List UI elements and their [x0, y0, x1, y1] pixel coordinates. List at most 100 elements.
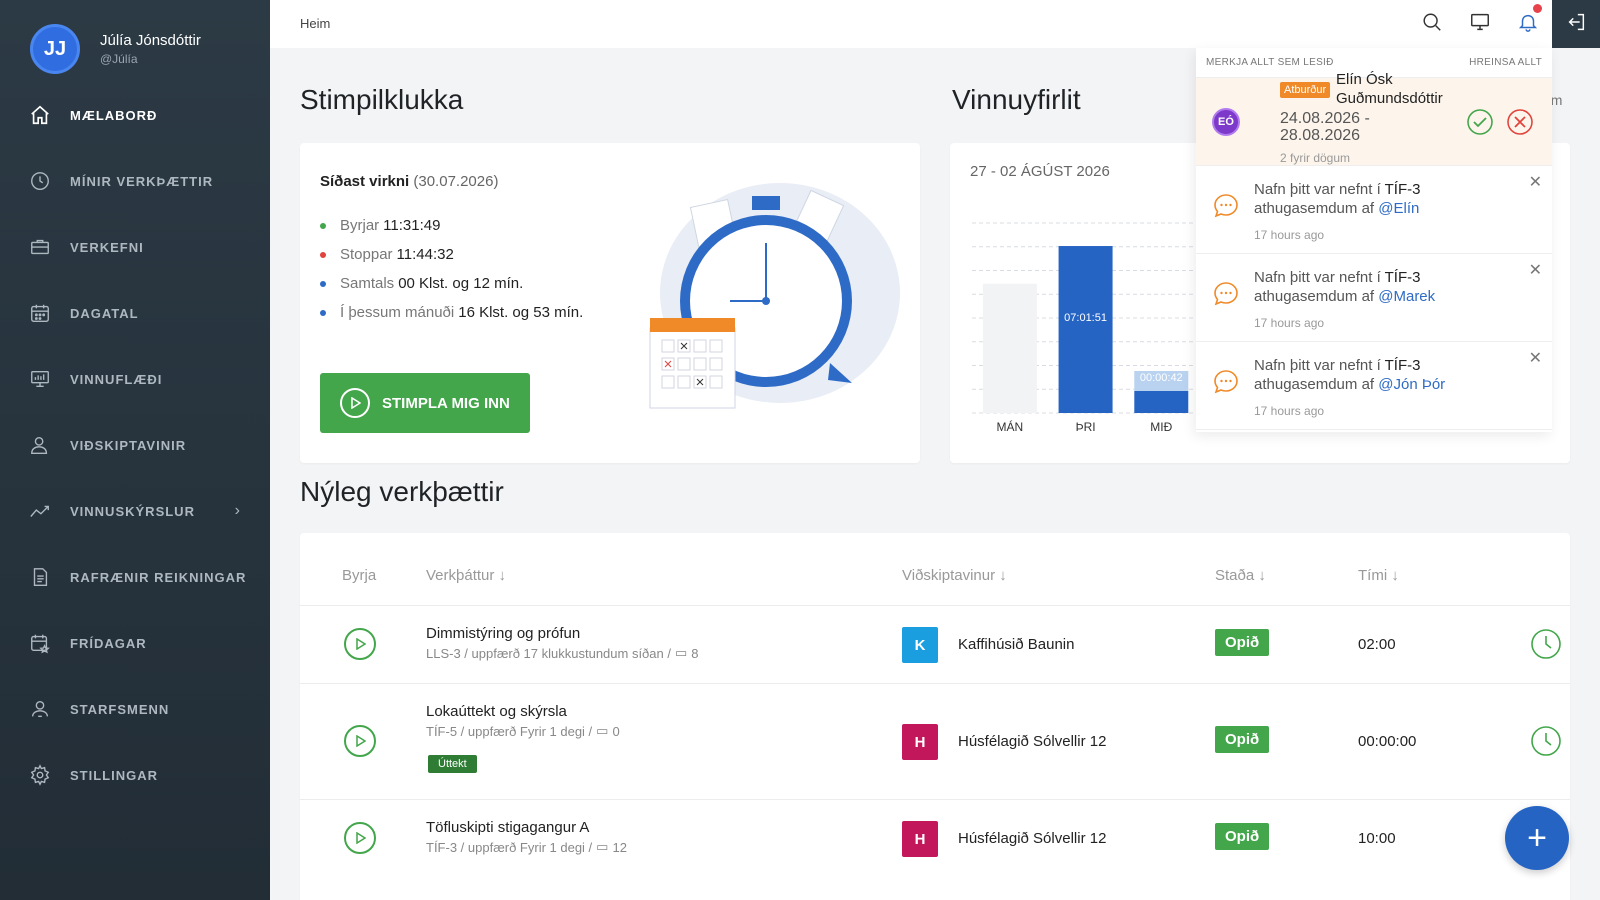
close-icon[interactable]: ✕: [1529, 260, 1542, 280]
task-ref[interactable]: TÍF-3: [1385, 357, 1421, 374]
notification-time: 17 hours ago: [1254, 404, 1325, 418]
mention-notification[interactable]: Nafn þitt var nefnt í TÍF-3 athugasemdum…: [1196, 254, 1552, 342]
clock-icon[interactable]: [1530, 628, 1562, 660]
blue-dot: [320, 309, 326, 316]
bar-value-label: 00:11:09: [1140, 392, 1182, 404]
bar-background: [982, 283, 1037, 413]
sidebar-item-workflow[interactable]: VINNUFLÆÐI: [0, 346, 270, 412]
monitor-icon: [1469, 11, 1491, 38]
category-label: ÞRI: [1076, 420, 1096, 434]
punch-in-button[interactable]: STIMPLA MIG INN: [320, 373, 530, 433]
logout-button[interactable]: [1552, 0, 1600, 48]
screen-button[interactable]: [1456, 0, 1504, 48]
notifications-button[interactable]: [1504, 0, 1552, 48]
sidebar-item-my-tasks[interactable]: MÍNIR VERKÞÆTTIR: [0, 148, 270, 214]
stat-key: Samtals: [340, 275, 395, 292]
mention-link[interactable]: @Jón Þór: [1378, 376, 1445, 393]
message-text: athugasemdum af: [1254, 376, 1375, 393]
sidebar-item-holidays[interactable]: FRÍDAGAR: [0, 610, 270, 676]
notification-message: Nafn þitt var nefnt í TÍF-3 athugasemdum…: [1254, 356, 1514, 394]
avatar: EÓ: [1212, 108, 1240, 136]
stat-total: Samtals 00 Klst. og 12 mín.: [320, 269, 583, 298]
calendar-icon: [28, 301, 52, 325]
accept-icon[interactable]: [1466, 108, 1494, 136]
close-icon[interactable]: ✕: [1529, 172, 1542, 192]
task-ref[interactable]: TÍF-3: [1385, 181, 1421, 198]
task-ref[interactable]: TÍF-3: [1385, 269, 1421, 286]
sidebar-item-label: VIÐSKIPTAVINIR: [70, 437, 187, 453]
sidebar-item-label: MÍNIR VERKÞÆTTIR: [70, 173, 214, 189]
col-status[interactable]: Staða ↓: [1215, 567, 1266, 584]
sidebar-item-invoices[interactable]: RAFRÆNIR REIKNINGAR: [0, 544, 270, 610]
sidebar-item-dashboard[interactable]: MÆLABORÐ: [0, 82, 270, 148]
message-text: Nafn þitt var nefnt í: [1254, 269, 1381, 286]
avatar[interactable]: JJ: [30, 24, 80, 74]
comment-icon: ▭: [596, 839, 609, 854]
time-value: 02:00: [1358, 636, 1396, 653]
stat-key: Byrjar: [340, 217, 380, 234]
event-notification[interactable]: EÓ Atburður Elín Ósk Guðmundsdóttir 24.0…: [1196, 71, 1552, 166]
col-start: Byrja: [342, 567, 377, 584]
sidebar-item-label: VINNUSKÝRSLUR: [70, 503, 195, 519]
chart-line-icon: [28, 499, 52, 523]
bar-value-label: 00:00:42: [1140, 372, 1183, 384]
mention-notification[interactable]: Nafn þitt var nefnt í TÍF-3 athugasemdum…: [1196, 166, 1552, 254]
sidebar-item-settings[interactable]: STILLINGAR: [0, 742, 270, 808]
task-meta: LLS-3 / uppfærð 17 klukkustundum síðan /…: [426, 645, 699, 661]
comment-bubble-icon: [1214, 194, 1238, 218]
play-icon: [356, 735, 366, 747]
clock-icon[interactable]: [1530, 725, 1562, 757]
message-text: athugasemdum af: [1254, 288, 1375, 305]
stat-stop: Stoppar 11:44:32: [320, 240, 583, 269]
message-text: Nafn þitt var nefnt í: [1254, 181, 1381, 198]
customer-avatar: H: [902, 821, 938, 857]
time-value: 00:00:00: [1358, 733, 1417, 750]
sidebar-item-reports[interactable]: VINNUSKÝRSLUR ›: [0, 478, 270, 544]
col-time[interactable]: Tími ↓: [1358, 567, 1399, 584]
sidebar-item-customers[interactable]: VIÐSKIPTAVINIR: [0, 412, 270, 478]
last-activity-date: (30.07.2026): [413, 173, 499, 190]
bar-ÞRI[interactable]: [1058, 246, 1113, 413]
col-task[interactable]: Verkþáttur ↓: [426, 567, 506, 584]
customer-name[interactable]: Húsfélagið Sólvellir 12: [958, 830, 1106, 847]
sidebar-item-projects[interactable]: VERKEFNI: [0, 214, 270, 280]
mark-all-read-button[interactable]: MERKJA ALLT SEM LESIÐ: [1206, 57, 1334, 68]
task-title[interactable]: Lokaúttekt og skýrsla: [426, 703, 567, 720]
stat-month: Í þessum mánuði 16 Klst. og 53 mín.: [320, 298, 583, 327]
search-button[interactable]: [1408, 0, 1456, 48]
close-icon[interactable]: ✕: [1529, 348, 1542, 368]
play-button[interactable]: [344, 822, 376, 854]
last-activity: Síðast virkni (30.07.2026): [320, 173, 498, 190]
task-title[interactable]: Töfluskipti stigagangur A: [426, 819, 589, 836]
chevron-right-icon[interactable]: ›: [235, 502, 240, 520]
mention-notification[interactable]: Nafn þitt var nefnt í TÍF-3 athugasemdum…: [1196, 342, 1552, 430]
clear-all-button[interactable]: HREINSA ALLT: [1469, 57, 1542, 68]
breadcrumb[interactable]: Heim: [300, 16, 330, 31]
sidebar-item-calendar[interactable]: DAGATAL: [0, 280, 270, 346]
play-icon: [340, 388, 370, 418]
category-label: MÁN: [997, 419, 1024, 434]
users-icon: [28, 697, 52, 721]
task-title[interactable]: Dimmistýring og prófun: [426, 625, 580, 642]
sidebar-item-label: MÆLABORÐ: [70, 107, 158, 123]
stat-value: 11:31:49: [383, 217, 441, 234]
green-dot: [320, 222, 326, 229]
stat-key: Í þessum mánuði: [340, 304, 455, 321]
sidebar-item-employees[interactable]: STARFSMENN: [0, 676, 270, 742]
workflow-icon: [28, 367, 52, 391]
comment-count: 8: [691, 645, 699, 661]
play-button[interactable]: [344, 628, 376, 660]
play-button[interactable]: [344, 725, 376, 757]
clock-stats: Byrjar 11:31:49 Stoppar 11:44:32 Samtals 00…: [320, 211, 583, 327]
reject-icon[interactable]: [1506, 108, 1534, 136]
add-button[interactable]: +: [1505, 806, 1569, 870]
col-customer[interactable]: Viðskiptavinur ↓: [902, 567, 1007, 584]
mention-link[interactable]: @Marek: [1378, 288, 1435, 305]
customer-name[interactable]: Húsfélagið Sólvellir 12: [958, 733, 1106, 750]
sidebar-item-label: VINNUFLÆÐI: [70, 371, 163, 387]
user-profile[interactable]: JJ Júlía Jónsdóttir @Júlía: [30, 24, 201, 74]
stopwatch-illustration: [640, 168, 900, 418]
user-handle: @Júlía: [100, 52, 138, 66]
mention-link[interactable]: @Elín: [1378, 200, 1419, 217]
customer-name[interactable]: Kaffihúsið Baunin: [958, 636, 1074, 653]
